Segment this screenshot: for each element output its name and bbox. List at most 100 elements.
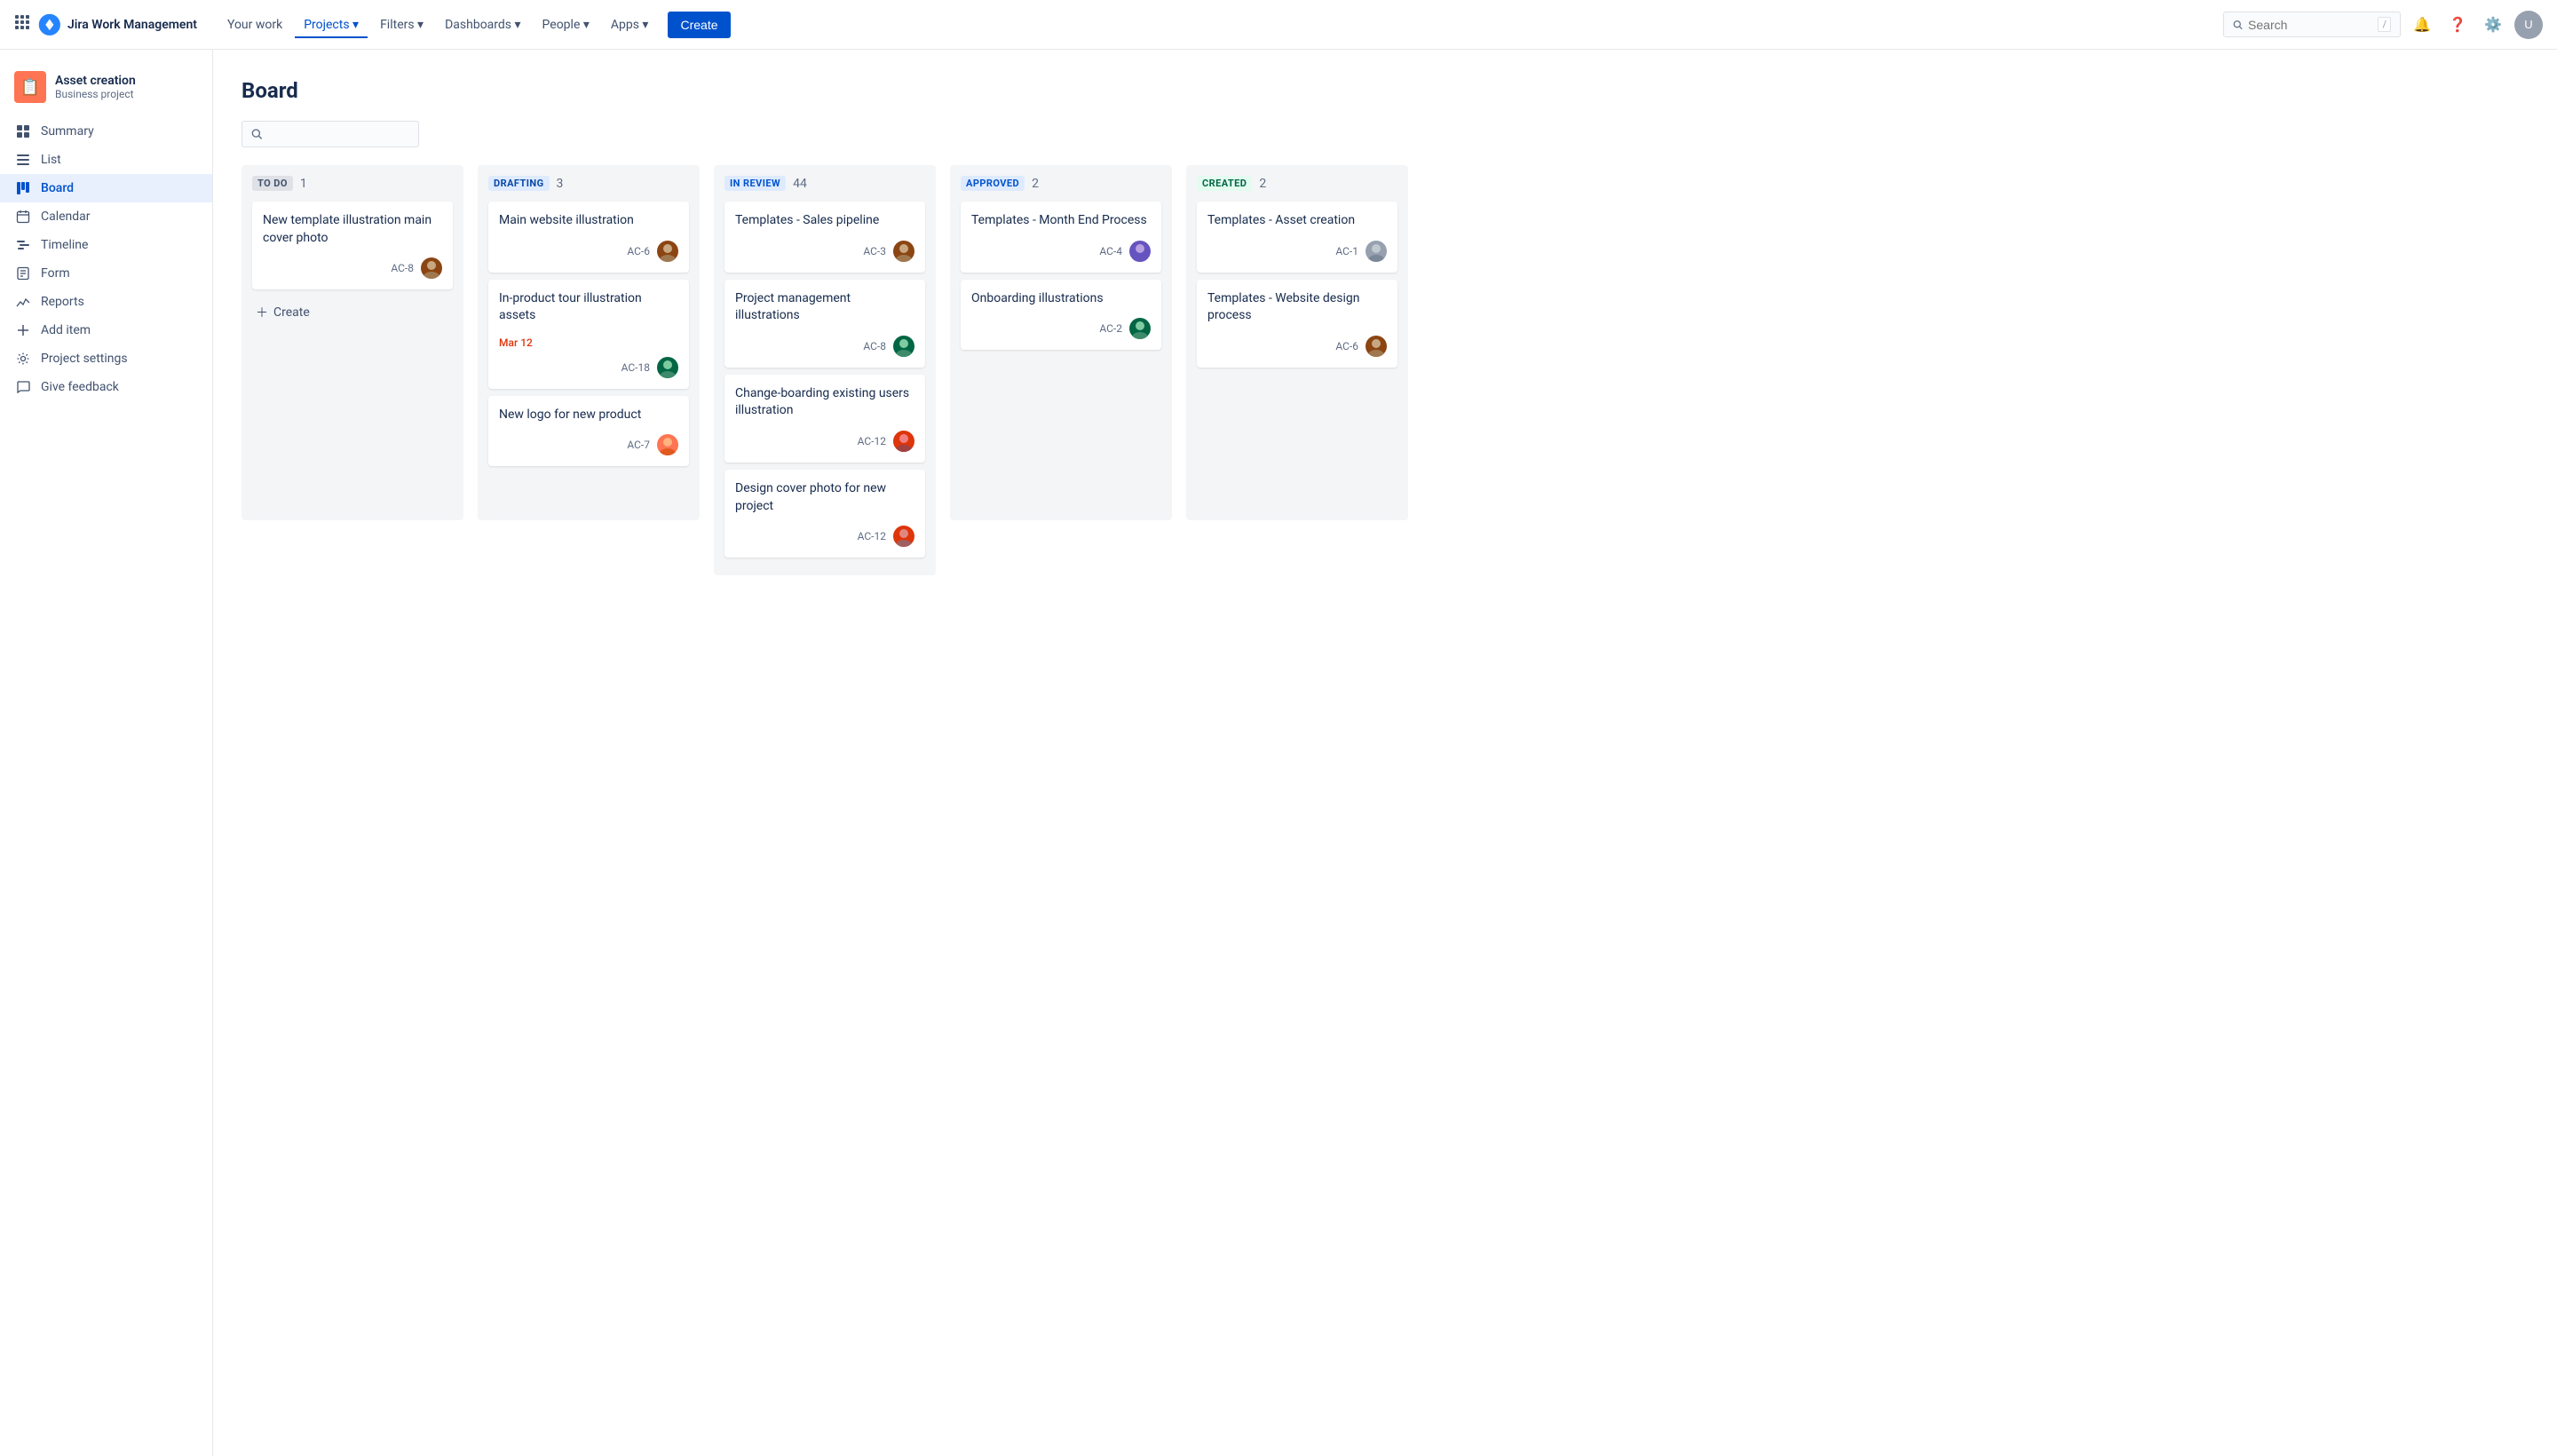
help-button[interactable]: ❓ <box>2443 11 2472 39</box>
sidebar-item-reports[interactable]: Reports <box>0 288 212 316</box>
column-count-approved: 2 <box>1032 177 1039 191</box>
settings-button[interactable]: ⚙️ <box>2479 11 2507 39</box>
card-id-ac8-review: AC-8 <box>863 340 886 352</box>
calendar-icon <box>14 210 32 224</box>
column-label-todo: TO DO <box>252 176 293 191</box>
card-avatar-ac18 <box>657 357 678 378</box>
card-title-ac6-created: Templates - Website design process <box>1207 290 1387 325</box>
card-ac6-created[interactable]: Templates - Website design process AC-6 <box>1197 280 1397 368</box>
card-footer-ac4: AC-4 <box>971 241 1151 262</box>
notifications-button[interactable]: 🔔 <box>2408 11 2436 39</box>
card-ac12-design[interactable]: Design cover photo for new project AC-12 <box>724 470 925 558</box>
card-title-ac7: New logo for new product <box>499 407 678 424</box>
card-avatar-ac12-design <box>893 526 914 547</box>
card-ac4[interactable]: Templates - Month End Process AC-4 <box>961 202 1161 273</box>
settings-nav-icon <box>14 352 32 366</box>
form-icon <box>14 266 32 281</box>
card-ac8[interactable]: New template illustration main cover pho… <box>252 202 453 289</box>
card-ac3[interactable]: Templates - Sales pipeline AC-3 <box>724 202 925 273</box>
sidebar-item-project-settings[interactable]: Project settings <box>0 344 212 373</box>
topnav-your-work[interactable]: Your work <box>218 12 291 37</box>
column-created: CREATED 2 Templates - Asset creation AC-… <box>1186 165 1408 520</box>
project-name: Asset creation <box>55 74 136 88</box>
search-box[interactable]: / <box>2223 12 2401 37</box>
timeline-icon <box>14 238 32 252</box>
card-avatar-ac12-change <box>893 431 914 452</box>
board-search-input[interactable] <box>268 127 409 141</box>
sidebar-label-add-item: Add item <box>41 323 91 337</box>
sidebar-project: 📋 Asset creation Business project <box>0 64 212 117</box>
topnav-apps[interactable]: Apps ▾ <box>602 12 658 37</box>
sidebar-item-summary[interactable]: Summary <box>0 117 212 146</box>
project-type: Business project <box>55 88 136 100</box>
card-footer-ac6-drafting: AC-6 <box>499 241 678 262</box>
card-id-ac6: AC-6 <box>627 245 650 257</box>
card-ac6-drafting[interactable]: Main website illustration AC-6 <box>488 202 689 273</box>
topnav-people[interactable]: People ▾ <box>534 12 598 37</box>
app-logo[interactable]: Jira Work Management <box>37 12 197 37</box>
grid-icon[interactable] <box>14 14 30 35</box>
sidebar-label-summary: Summary <box>41 124 94 138</box>
column-label-approved: APPROVED <box>961 176 1025 191</box>
sidebar-label-timeline: Timeline <box>41 238 88 252</box>
sidebar-item-add-item[interactable]: Add item <box>0 316 212 344</box>
card-ac8-review[interactable]: Project management illustrations AC-8 <box>724 280 925 368</box>
column-header-todo: TO DO 1 <box>252 176 453 191</box>
card-date-ac18: Mar 12 <box>499 336 533 349</box>
column-label-created: CREATED <box>1197 176 1252 191</box>
card-title-ac12-design: Design cover photo for new project <box>735 480 914 515</box>
sidebar-item-form[interactable]: Form <box>0 259 212 288</box>
card-avatar-ac7 <box>657 434 678 455</box>
board-search-box[interactable] <box>241 121 419 147</box>
sidebar-label-list: List <box>41 153 61 167</box>
sidebar-item-give-feedback[interactable]: Give feedback <box>0 373 212 401</box>
sidebar-label-calendar: Calendar <box>41 210 91 224</box>
board-columns: TO DO 1 New template illustration main c… <box>241 165 2529 575</box>
topnav-projects[interactable]: Projects ▾ <box>295 12 368 37</box>
create-label: Create <box>273 305 310 320</box>
card-footer-ac8-review: AC-8 <box>735 336 914 357</box>
card-id-ac4: AC-4 <box>1099 245 1122 257</box>
card-ac12-change[interactable]: Change-boarding existing users illustrat… <box>724 375 925 463</box>
app-name: Jira Work Management <box>67 18 197 32</box>
sidebar-item-board[interactable]: Board <box>0 174 212 202</box>
project-icon: 📋 <box>14 71 46 103</box>
card-footer-ac3: AC-3 <box>735 241 914 262</box>
create-item-todo[interactable]: ＋ Create <box>252 297 453 328</box>
card-title-ac3: Templates - Sales pipeline <box>735 212 914 230</box>
create-button[interactable]: Create <box>668 12 730 38</box>
layout: 📋 Asset creation Business project Summar… <box>0 0 2557 1456</box>
user-avatar[interactable]: U <box>2514 11 2543 39</box>
card-footer-ac6-created: AC-6 <box>1207 336 1387 357</box>
card-avatar-ac1 <box>1366 241 1387 262</box>
column-todo: TO DO 1 New template illustration main c… <box>241 165 463 520</box>
sidebar-item-timeline[interactable]: Timeline <box>0 231 212 259</box>
search-input[interactable] <box>2248 18 2372 32</box>
card-avatar-ac8-review <box>893 336 914 357</box>
topnav-dashboards[interactable]: Dashboards ▾ <box>436 12 529 37</box>
card-avatar-ac8 <box>421 257 442 279</box>
card-footer-ac8: AC-8 <box>263 257 442 279</box>
card-footer-ac12-change: AC-12 <box>735 431 914 452</box>
column-drafting: DRAFTING 3 Main website illustration AC-… <box>478 165 700 520</box>
column-header-drafting: DRAFTING 3 <box>488 176 689 191</box>
sidebar-label-give-feedback: Give feedback <box>41 380 119 394</box>
topnav-filters[interactable]: Filters ▾ <box>371 12 432 37</box>
card-ac18[interactable]: In-product tour illustration assets Mar … <box>488 280 689 389</box>
column-approved: APPROVED 2 Templates - Month End Process… <box>950 165 1172 520</box>
card-ac2[interactable]: Onboarding illustrations AC-2 <box>961 280 1161 351</box>
feedback-icon <box>14 380 32 394</box>
card-ac7[interactable]: New logo for new product AC-7 <box>488 396 689 467</box>
card-id-ac2: AC-2 <box>1099 322 1122 335</box>
card-id-ac12-design: AC-12 <box>858 530 886 542</box>
card-title-ac1: Templates - Asset creation <box>1207 212 1387 230</box>
card-ac1[interactable]: Templates - Asset creation AC-1 <box>1197 202 1397 273</box>
sidebar: 📋 Asset creation Business project Summar… <box>0 50 213 1456</box>
sidebar-item-calendar[interactable]: Calendar <box>0 202 212 231</box>
card-title-ac4: Templates - Month End Process <box>971 212 1151 230</box>
card-title-ac8-review: Project management illustrations <box>735 290 914 325</box>
card-footer-ac1: AC-1 <box>1207 241 1387 262</box>
sidebar-item-list[interactable]: List <box>0 146 212 174</box>
card-id-ac8: AC-8 <box>391 262 414 274</box>
card-id-ac6-created: AC-6 <box>1335 340 1358 352</box>
